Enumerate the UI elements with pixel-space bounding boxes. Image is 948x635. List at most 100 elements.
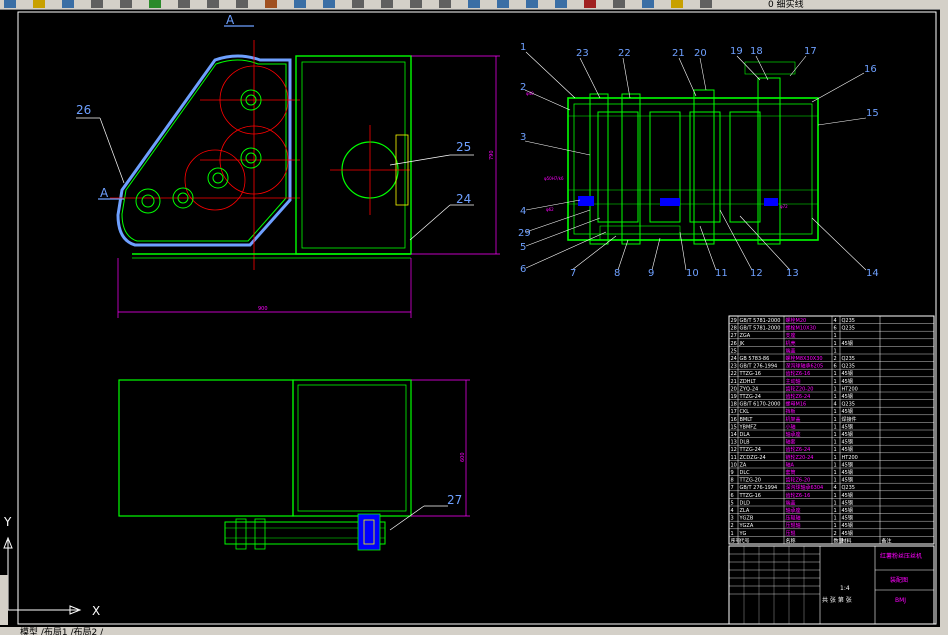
label-9: 9	[648, 268, 654, 279]
bom-cell: 45钢	[842, 439, 853, 446]
bom-cell: Q235	[842, 326, 855, 332]
bom-cell: 压辊轴	[786, 522, 801, 529]
bom-cell: 主动轴	[786, 378, 801, 385]
bom-cell: 机架盖	[786, 416, 801, 423]
label-6: 6	[520, 264, 526, 275]
help-icon[interactable]	[642, 0, 654, 8]
bom-cell: 1	[834, 500, 837, 506]
label-27: 27	[447, 493, 462, 507]
cut-icon[interactable]	[178, 0, 190, 8]
zoom-realtime-icon[interactable]	[381, 0, 393, 8]
publish-icon[interactable]	[149, 0, 161, 8]
new-icon[interactable]	[4, 0, 16, 8]
bom-cell: 螺栓M8X30X30	[786, 355, 823, 362]
bom-cell: 2	[834, 531, 837, 537]
bom-cell: 1	[834, 516, 837, 522]
bom-cell: 20	[731, 386, 737, 392]
section-view: φ50H7/k6 φ62 φ72 φ40 1 23 22 21 20 19 18…	[518, 42, 879, 279]
bom-cell: TTZG-24	[739, 447, 762, 453]
properties-icon[interactable]	[468, 0, 480, 8]
bom-cell: Q235	[842, 318, 855, 324]
bom-cell: 19	[731, 394, 737, 400]
copy-icon[interactable]	[207, 0, 219, 8]
bom-cell: 链轮Z20-24	[786, 454, 814, 461]
zoom-previous-icon[interactable]	[439, 0, 451, 8]
bom-cell: 焊接件	[842, 416, 857, 423]
drawing-canvas[interactable]: 790 900 26 25 24 A A 600 27 φ50H7/k6 φ62…	[0, 9, 940, 627]
preview-icon[interactable]	[120, 0, 132, 8]
bom-cell: 26	[731, 341, 737, 347]
bom-cell: 1	[834, 447, 837, 453]
bom-cell: GB/T 5781-2000	[740, 326, 781, 332]
bom-cell: DLC	[740, 470, 751, 476]
bom-cell: 2	[731, 523, 734, 529]
bom-cell: 45钢	[842, 393, 853, 400]
undo-icon[interactable]	[294, 0, 306, 8]
bom-cell: 螺栓M10X30	[786, 325, 816, 332]
design-center-icon[interactable]	[497, 0, 509, 8]
bom-cell: 45钢	[842, 461, 853, 468]
bom-cell: ZLA	[740, 508, 750, 514]
layout-tabs[interactable]: 模型 /布局1 /布局2 /	[20, 627, 103, 635]
markup-icon[interactable]	[584, 0, 596, 8]
left-tool-strip[interactable]	[0, 575, 8, 625]
sheet-set-icon[interactable]	[555, 0, 567, 8]
zoom-window-icon[interactable]	[410, 0, 422, 8]
ucs-x-label: X	[92, 604, 100, 618]
bom-cell: 1	[834, 409, 837, 415]
calc-icon[interactable]	[613, 0, 625, 8]
housing-outline	[116, 54, 292, 247]
label-12: 12	[750, 268, 763, 279]
bom-cell: GB/T 276-1994	[740, 364, 778, 370]
bom-cell: TTZG-20	[739, 478, 762, 484]
bom-cell: DLB	[740, 440, 751, 446]
bom-cell: 4	[731, 508, 734, 514]
layer-icon[interactable]	[671, 0, 683, 8]
save-icon[interactable]	[62, 0, 74, 8]
bom-cell: HT200	[842, 455, 858, 461]
bom-cell: 1	[834, 523, 837, 529]
tool-palette-icon[interactable]	[526, 0, 538, 8]
bom-cell: 3	[731, 516, 734, 522]
bom-cell: 10	[731, 462, 737, 468]
bom-cell: 1	[834, 333, 837, 339]
housing-inner	[121, 59, 287, 242]
redo-icon[interactable]	[323, 0, 335, 8]
pan-icon[interactable]	[352, 0, 364, 8]
bom-cell: Q235	[842, 485, 855, 491]
plot-icon[interactable]	[91, 0, 103, 8]
svg-text:φ62: φ62	[546, 207, 554, 212]
bom-header-cell: 备注	[882, 537, 892, 544]
bom-cell: YG	[739, 531, 747, 537]
bom-cell: 4	[834, 402, 837, 408]
title-scale: 1:4	[840, 585, 850, 592]
label-4: 4	[520, 206, 526, 217]
layer-state-icon[interactable]	[700, 0, 712, 8]
layout-tabs-bar[interactable]: 模型 /布局1 /布局2 /	[0, 627, 948, 635]
bom-cell: 27	[731, 333, 737, 339]
bom-cell: YBMFZ	[739, 424, 758, 430]
bom-cell: 1	[834, 478, 837, 484]
bom-cell: 1	[834, 379, 837, 385]
open-icon[interactable]	[33, 0, 45, 8]
label-7: 7	[570, 268, 576, 279]
label-2: 2	[520, 82, 526, 93]
front-leaders	[76, 117, 474, 241]
paste-icon[interactable]	[236, 0, 248, 8]
bom-cell: 1	[834, 470, 837, 476]
front-dimensions	[117, 55, 500, 318]
bom-cell: GB 5783-86	[740, 356, 770, 362]
bom-cell: YGZB	[739, 516, 754, 522]
bom-cell: 1	[834, 455, 837, 461]
match-icon[interactable]	[265, 0, 277, 8]
vertical-scrollbar[interactable]	[940, 9, 948, 627]
bom-cell: ZA	[740, 462, 747, 468]
label-5: 5	[520, 242, 526, 253]
bom-cell: TTZG-16	[739, 493, 762, 499]
bom-cell: 齿轮Z6-24	[786, 393, 811, 400]
bom-cell: 1	[834, 493, 837, 499]
bom-header-cell: 材料	[842, 537, 852, 544]
label-19: 19	[730, 46, 743, 57]
bom-cell: BMLT	[740, 417, 754, 423]
bom-cell: 45钢	[842, 446, 853, 453]
